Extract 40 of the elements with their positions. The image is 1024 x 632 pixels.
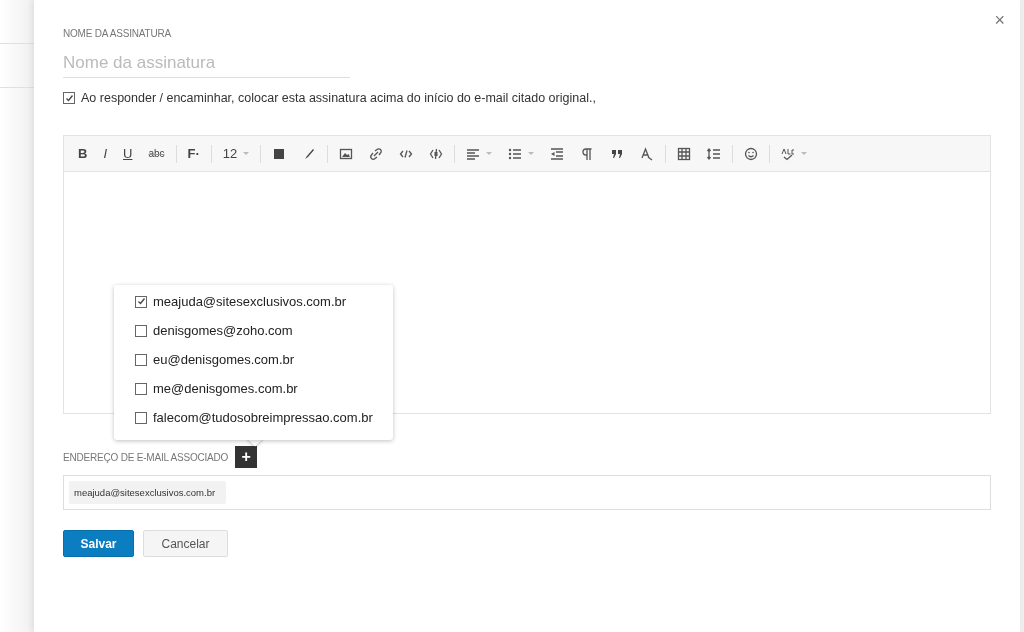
cancel-button[interactable]: Cancelar bbox=[143, 530, 228, 557]
bullet-list-icon bbox=[508, 146, 523, 161]
toolbar-button[interactable]: B bbox=[70, 141, 96, 166]
code-block-icon bbox=[429, 146, 444, 161]
clear-format-icon bbox=[640, 146, 655, 161]
menu-item[interactable]: falecom@tudosobreimpressao.com.br bbox=[153, 410, 373, 425]
toolbar-button[interactable]: I bbox=[95, 141, 115, 166]
field-label: NOME DA ASSINATURA bbox=[63, 28, 172, 39]
checkbox[interactable] bbox=[135, 324, 147, 337]
line-spacing-icon bbox=[707, 146, 722, 161]
table-icon bbox=[677, 146, 692, 161]
link-icon bbox=[369, 146, 384, 161]
email-field[interactable]: meajuda@sitesexclusivos.com.br bbox=[63, 475, 991, 510]
toolbar-button[interactable]: 12 bbox=[214, 141, 258, 166]
checkbox[interactable] bbox=[135, 411, 147, 424]
add-button[interactable]: + bbox=[235, 446, 258, 468]
image-icon bbox=[339, 146, 354, 161]
menu-item[interactable]: meajuda@sitesexclusivos.com.br bbox=[153, 294, 347, 309]
spellcheck-icon bbox=[781, 146, 796, 161]
menu-item[interactable]: eu@denisgomes.com.br bbox=[153, 352, 295, 367]
pilcrow-icon bbox=[580, 146, 595, 161]
color-square-icon bbox=[272, 146, 287, 161]
save-button[interactable]: Salvar bbox=[63, 530, 134, 557]
email-chip: meajuda@sitesexclusivos.com.br bbox=[69, 481, 227, 504]
checkbox[interactable] bbox=[135, 295, 147, 308]
smiley-icon bbox=[744, 146, 759, 161]
checkbox[interactable] bbox=[135, 382, 147, 395]
checkbox-label: Ao responder / encaminhar, colocar esta assinatura acima do início do e-mail citado original., bbox=[81, 91, 596, 105]
align-left-icon bbox=[466, 146, 481, 161]
menu-item[interactable]: denisgomes@zoho.com bbox=[153, 323, 293, 338]
checkbox[interactable] bbox=[135, 353, 147, 366]
brush-icon bbox=[302, 146, 317, 161]
menu-item[interactable]: me@denisgomes.com.br bbox=[153, 381, 298, 396]
signature-name-field[interactable]: Nome da assinatura bbox=[63, 53, 350, 78]
toolbar-button[interactable]: U bbox=[115, 141, 141, 166]
checkbox[interactable] bbox=[63, 92, 75, 104]
field-label: ENDEREÇO DE E-MAIL ASSOCIADO bbox=[63, 451, 229, 463]
toolbar-button[interactable]: F· bbox=[179, 141, 208, 166]
outdent-icon bbox=[550, 146, 565, 161]
close-button[interactable]: × bbox=[994, 10, 1005, 30]
